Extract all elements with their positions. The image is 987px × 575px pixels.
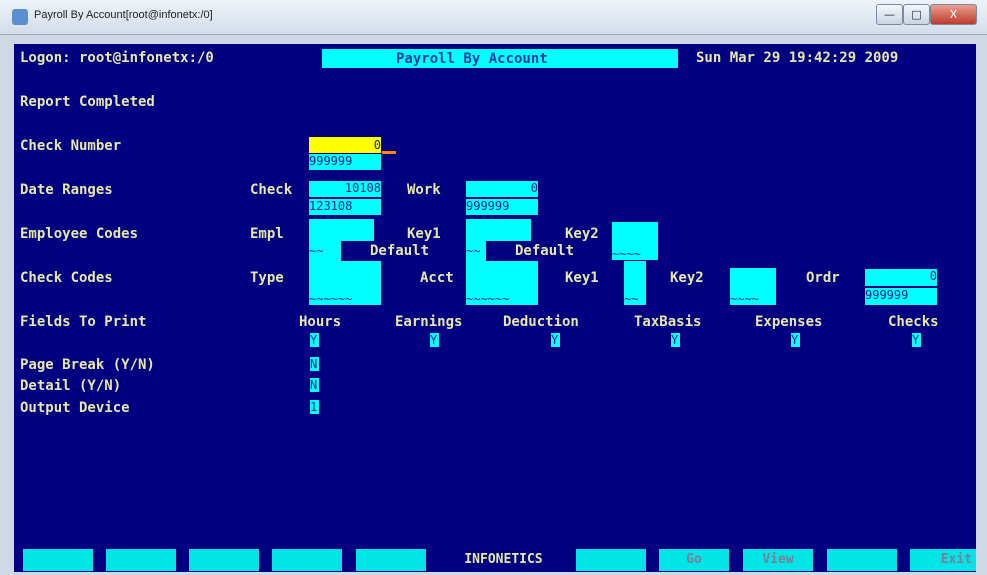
field-checks-label: Checks: [888, 314, 939, 330]
type-label: Type: [250, 270, 284, 286]
infonetics-label: INFONETICS: [439, 549, 568, 571]
employee-codes-label: Employee Codes: [20, 226, 139, 242]
check-key1-field[interactable]: ~~: [624, 261, 646, 305]
check-key2-label: Key2: [670, 270, 704, 286]
field-hours-label: Hours: [299, 314, 342, 330]
app-window: Payroll By Account[root@infonetx:/0] — □…: [0, 0, 987, 575]
check-number-label: Check Number: [20, 138, 122, 154]
emp-key2-default: Default: [515, 243, 575, 259]
fkey-2[interactable]: [106, 549, 176, 571]
empl-field[interactable]: ~~: [309, 241, 341, 261]
page-break-field[interactable]: N: [310, 357, 319, 371]
emp-key1-field-top: [466, 219, 531, 241]
minimize-button[interactable]: —: [876, 4, 903, 25]
fkey-5[interactable]: [356, 549, 426, 571]
close-button[interactable]: X: [930, 4, 977, 25]
work-date-to-field[interactable]: 999999: [466, 199, 538, 215]
window-title: Payroll By Account[root@infonetx:/0]: [34, 9, 213, 21]
field-deduction-toggle[interactable]: Y: [551, 333, 560, 347]
detail-field[interactable]: N: [310, 378, 319, 392]
work-date-label: Work: [407, 182, 441, 198]
empl-field-top: [309, 219, 374, 241]
check-date-from-field[interactable]: 10108: [309, 181, 381, 197]
logon-info: Logon: root@infonetx:/0: [20, 50, 214, 66]
date-ranges-label: Date Ranges: [20, 182, 113, 198]
app-icon: [12, 9, 28, 25]
check-date-to-field[interactable]: 123108: [309, 199, 381, 215]
acct-label: Acct: [420, 270, 454, 286]
terminal-screen: Logon: root@infonetx:/0 Payroll By Accou…: [14, 44, 976, 572]
emp-key1-default: Default: [370, 243, 430, 259]
field-earnings-label: Earnings: [395, 314, 463, 330]
field-expenses-label: Expenses: [755, 314, 823, 330]
fields-to-print-label: Fields To Print: [20, 314, 147, 330]
check-key2-field[interactable]: ~~~~: [730, 268, 776, 305]
empl-label: Empl: [250, 226, 284, 242]
fkey-10[interactable]: [827, 549, 897, 571]
view-button[interactable]: View: [743, 549, 813, 571]
field-taxbasis-toggle[interactable]: Y: [671, 333, 680, 347]
check-number-to-field[interactable]: 999999: [309, 154, 381, 170]
field-expenses-toggle[interactable]: Y: [791, 333, 800, 347]
fkey-1[interactable]: [23, 549, 93, 571]
window-titlebar: Payroll By Account[root@infonetx:/0] — □…: [0, 0, 987, 35]
fkey-4[interactable]: [272, 549, 342, 571]
screen-title: Payroll By Account: [396, 51, 548, 67]
check-date-label: Check: [250, 182, 293, 198]
ordr-from-field[interactable]: 0: [865, 269, 937, 286]
go-button[interactable]: Go: [659, 549, 729, 571]
emp-key2-field[interactable]: ~~~~: [612, 222, 658, 260]
fkey-6[interactable]: [576, 549, 646, 571]
ordr-to-field[interactable]: 999999: [865, 288, 937, 305]
fkey-3[interactable]: [189, 549, 259, 571]
output-device-field[interactable]: 1: [310, 400, 319, 414]
detail-label: Detail (Y/N): [20, 378, 122, 394]
emp-key2-label: Key2: [565, 226, 599, 242]
status-text: Report Completed: [20, 94, 155, 110]
check-codes-label: Check Codes: [20, 270, 113, 286]
emp-key1-field[interactable]: ~~: [466, 241, 486, 261]
text-cursor: [382, 151, 396, 154]
type-field[interactable]: ~~~~~~: [309, 261, 381, 305]
field-earnings-toggle[interactable]: Y: [430, 333, 439, 347]
output-device-label: Output Device: [20, 400, 130, 416]
datetime: Sun Mar 29 19:42:29 2009: [696, 50, 899, 66]
field-taxbasis-label: TaxBasis: [634, 314, 702, 330]
check-key1-label: Key1: [565, 270, 599, 286]
acct-field[interactable]: ~~~~~~: [466, 261, 538, 305]
exit-button[interactable]: Exit: [910, 549, 976, 571]
check-number-from-field[interactable]: 0: [309, 137, 381, 153]
field-checks-toggle[interactable]: Y: [912, 333, 921, 347]
field-hours-toggle[interactable]: Y: [310, 333, 319, 347]
work-date-from-field[interactable]: 0: [466, 181, 538, 197]
page-break-label: Page Break (Y/N): [20, 357, 155, 373]
emp-key1-label: Key1: [407, 226, 441, 242]
ordr-label: Ordr: [806, 270, 840, 286]
maximize-button[interactable]: □: [903, 4, 930, 25]
field-deduction-label: Deduction: [503, 314, 579, 330]
